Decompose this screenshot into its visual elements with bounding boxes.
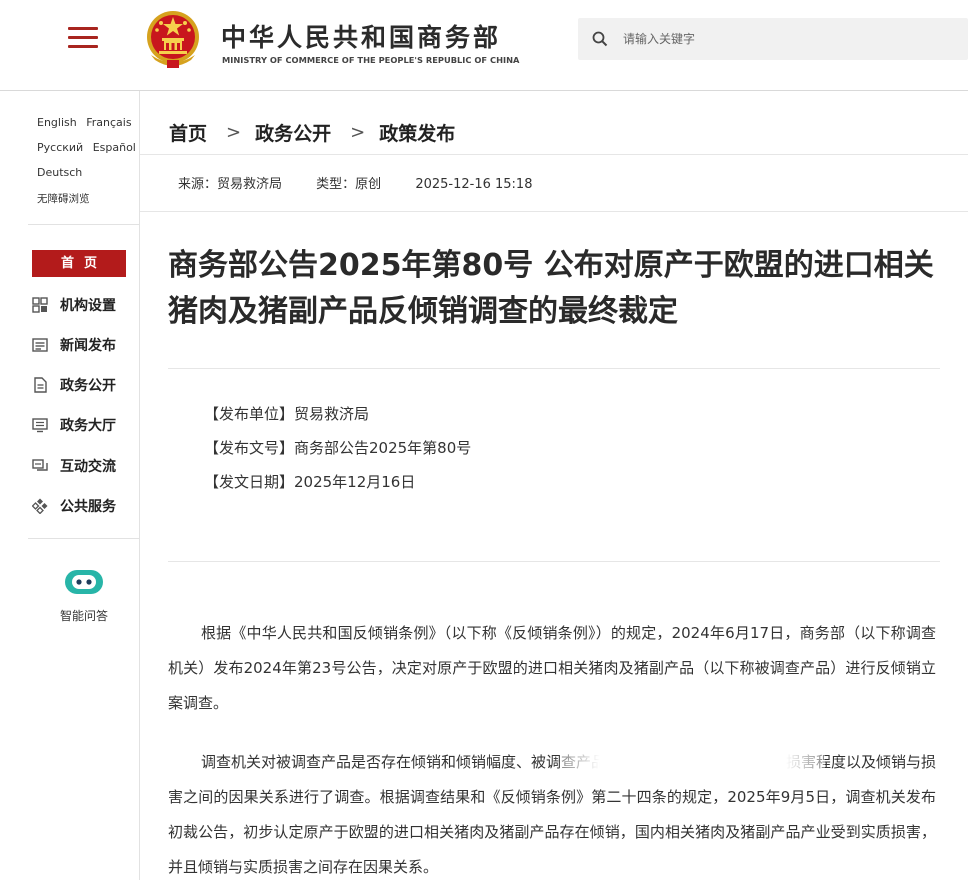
lang-russian[interactable]: Русский: [37, 141, 83, 154]
divider: [168, 561, 940, 562]
info-doc-number: 【发布文号】商务部公告2025年第80号: [204, 439, 472, 457]
info-issue-date: 【发文日期】2025年12月16日: [204, 473, 416, 491]
service-icon: [32, 498, 48, 514]
nav-item-label: 政务大厅: [60, 418, 116, 434]
nav-item-label: 公共服务: [60, 499, 116, 515]
site-title[interactable]: 中华人民共和国商务部: [221, 18, 501, 54]
breadcrumb-gov-affairs[interactable]: 政务公开: [255, 119, 331, 146]
article-title: 商务部公告2025年第80号 公布对原产于欧盟的进口相关猪肉及猪副产品反倾销调查…: [168, 248, 934, 329]
chevron-right-icon: >: [226, 122, 242, 143]
divider: [168, 368, 940, 369]
info-issuer: 【发布单位】贸易救济局: [204, 405, 370, 423]
accessibility-link[interactable]: 无障碍浏览: [37, 191, 90, 206]
menu-icon[interactable]: [68, 26, 98, 50]
monitor-icon: [32, 418, 48, 433]
left-sidebar: English Français Русский Español Deutsch…: [0, 91, 140, 880]
breadcrumb-policy[interactable]: 政策发布: [379, 119, 455, 146]
nav-item-label: 互动交流: [60, 459, 116, 475]
meta-datetime: 2025-12-16 15:18: [415, 177, 533, 192]
smart-qa-label[interactable]: 智能问答: [0, 607, 168, 624]
news-icon: [32, 338, 48, 352]
divider: [140, 154, 968, 155]
search-input[interactable]: [623, 32, 923, 46]
nav-item-label: 政务公开: [60, 378, 116, 394]
language-row: English Français: [37, 116, 138, 129]
lang-spanish[interactable]: Español: [93, 141, 136, 154]
search-icon[interactable]: [592, 31, 608, 47]
chat-icon: [32, 459, 48, 471]
language-row: Deutsch: [37, 166, 88, 179]
site-header: 中华人民共和国商务部 MINISTRY OF COMMERCE OF THE P…: [0, 0, 968, 91]
chevron-right-icon: >: [350, 122, 366, 143]
robot-icon[interactable]: [62, 567, 106, 597]
nav-item-organization[interactable]: 机构设置: [32, 294, 116, 316]
nav-item-public-service[interactable]: 公共服务: [32, 495, 116, 517]
meta-source: 来源：贸易救济局: [178, 177, 283, 192]
national-emblem-logo[interactable]: [145, 10, 201, 70]
nav-item-label: 新闻发布: [60, 338, 116, 354]
grid-icon: [32, 297, 48, 313]
nav-item-news[interactable]: 新闻发布: [32, 334, 116, 356]
breadcrumb: 首页 > 政务公开 > 政策发布: [169, 119, 455, 146]
site-subtitle: MINISTRY OF COMMERCE OF THE PEOPLE'S REP…: [222, 55, 520, 65]
lang-english[interactable]: English: [37, 116, 77, 129]
article-meta: 来源：贸易救济局 类型：原创 2025-12-16 15:18: [178, 173, 562, 192]
breadcrumb-home[interactable]: 首页: [169, 119, 207, 146]
divider: [140, 211, 968, 212]
nav-item-service-hall[interactable]: 政务大厅: [32, 414, 116, 436]
article-paragraph: 根据《中华人民共和国反倾销条例》（以下称《反倾销条例》）的规定，2024年6月1…: [168, 624, 936, 712]
divider: [28, 538, 140, 539]
nav-item-label: 机构设置: [60, 298, 116, 314]
document-icon: [34, 377, 47, 393]
lang-german[interactable]: Deutsch: [37, 166, 82, 179]
nav-item-gov-affairs[interactable]: 政务公开: [32, 374, 116, 396]
lang-french[interactable]: Français: [86, 116, 131, 129]
popup-overlay-mask: [560, 752, 825, 774]
meta-type: 类型：原创: [316, 177, 382, 192]
nav-item-interaction[interactable]: 互动交流: [32, 455, 116, 477]
divider: [28, 224, 140, 225]
search-bar: [578, 18, 968, 60]
home-button[interactable]: 首页: [32, 250, 126, 277]
language-row: Русский Español: [37, 141, 142, 154]
